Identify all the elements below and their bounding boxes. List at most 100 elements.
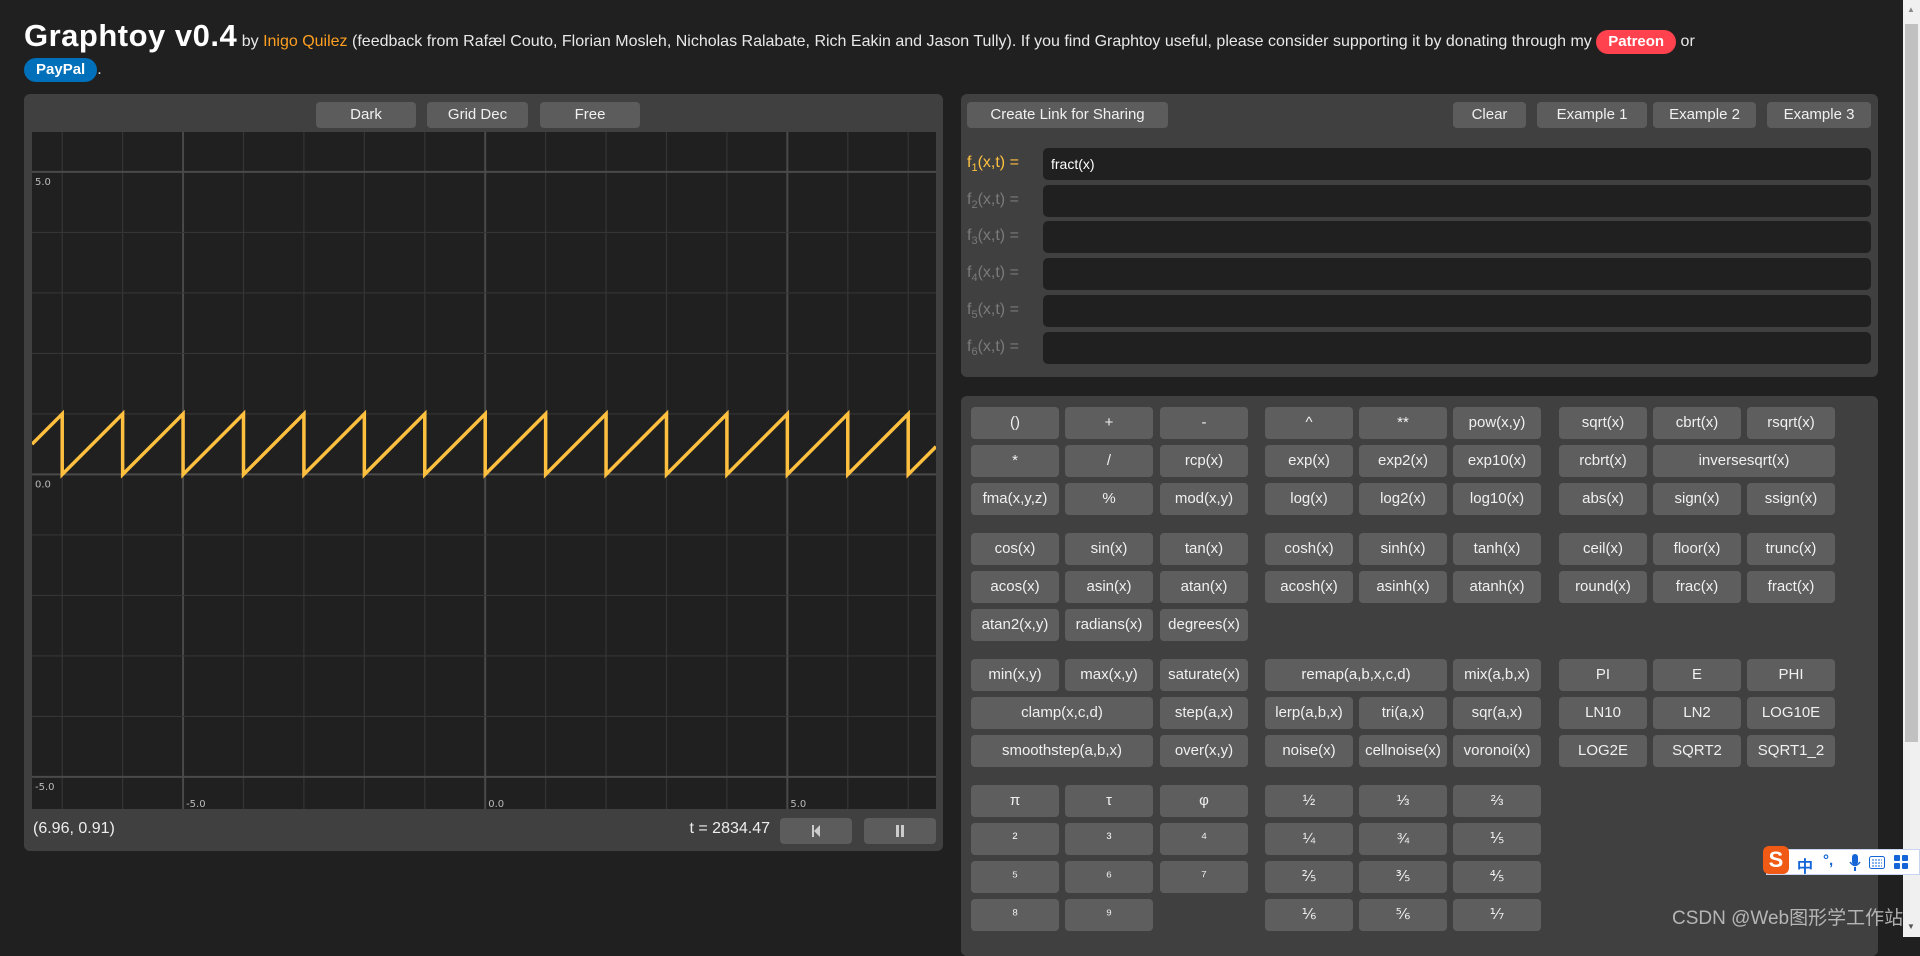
insert-key[interactable]: step(a,x) [1160, 697, 1248, 729]
ime-toolbar[interactable]: S 中 °, [1763, 846, 1920, 877]
insert-key[interactable]: sqrt(x) [1559, 407, 1647, 439]
function-input-5[interactable] [1043, 294, 1871, 327]
insert-key[interactable]: LN10 [1559, 697, 1647, 729]
insert-key[interactable]: tan(x) [1160, 533, 1248, 565]
insert-key[interactable]: ⅓ [1359, 785, 1447, 817]
insert-key[interactable]: lerp(a,b,x) [1265, 697, 1353, 729]
insert-key[interactable]: sign(x) [1653, 483, 1741, 515]
insert-key[interactable]: rcp(x) [1160, 445, 1248, 477]
insert-key[interactable]: tanh(x) [1453, 533, 1541, 565]
insert-key[interactable]: degrees(x) [1160, 609, 1248, 641]
insert-key[interactable]: ⅗ [1359, 861, 1447, 893]
insert-key[interactable]: exp10(x) [1453, 445, 1541, 477]
insert-key[interactable]: round(x) [1559, 571, 1647, 603]
microphone-icon[interactable] [1849, 854, 1861, 872]
insert-key[interactable]: ⅕ [1453, 823, 1541, 855]
page-scrollbar[interactable]: ▲ ▼ [1903, 0, 1920, 937]
insert-key[interactable]: ** [1359, 407, 1447, 439]
insert-key[interactable]: smoothstep(a,b,x) [971, 735, 1153, 767]
pause-button[interactable] [864, 818, 936, 844]
insert-key[interactable]: frac(x) [1653, 571, 1741, 603]
clear-button[interactable]: Clear [1453, 102, 1526, 128]
insert-key[interactable]: log2(x) [1359, 483, 1447, 515]
insert-key[interactable]: max(x,y) [1065, 659, 1153, 691]
insert-key[interactable]: exp(x) [1265, 445, 1353, 477]
insert-key[interactable]: sinh(x) [1359, 533, 1447, 565]
insert-key[interactable]: ⅙ [1265, 899, 1353, 931]
function-input-6[interactable] [1043, 331, 1871, 364]
insert-key[interactable]: % [1065, 483, 1153, 515]
insert-key[interactable]: floor(x) [1653, 533, 1741, 565]
function-input-3[interactable] [1043, 221, 1871, 254]
insert-key[interactable]: + [1065, 407, 1153, 439]
insert-key[interactable]: tri(a,x) [1359, 697, 1447, 729]
scroll-down-icon[interactable]: ▼ [1907, 922, 1915, 931]
insert-key[interactable]: remap(a,b,x,c,d) [1265, 659, 1447, 691]
author-link[interactable]: Inigo Quilez [263, 33, 348, 50]
insert-key[interactable]: SQRT1_2 [1747, 735, 1835, 767]
insert-key[interactable]: ½ [1265, 785, 1353, 817]
scrollbar-thumb[interactable] [1905, 24, 1918, 742]
insert-key[interactable]: noise(x) [1265, 735, 1353, 767]
insert-key[interactable]: sqr(a,x) [1453, 697, 1541, 729]
insert-key[interactable]: ¾ [1359, 823, 1447, 855]
insert-key[interactable]: atan(x) [1160, 571, 1248, 603]
insert-key[interactable]: sin(x) [1065, 533, 1153, 565]
rewind-button[interactable] [780, 818, 852, 844]
insert-key[interactable]: fma(x,y,z) [971, 483, 1059, 515]
insert-key[interactable]: SQRT2 [1653, 735, 1741, 767]
insert-key[interactable]: cos(x) [971, 533, 1059, 565]
insert-key[interactable]: PHI [1747, 659, 1835, 691]
theme-button[interactable]: Dark [316, 102, 416, 128]
insert-key[interactable]: over(x,y) [1160, 735, 1248, 767]
insert-key[interactable]: / [1065, 445, 1153, 477]
insert-key[interactable]: LN2 [1653, 697, 1741, 729]
function-input-2[interactable] [1043, 184, 1871, 217]
ime-language-toggle[interactable]: 中 [1797, 853, 1813, 877]
insert-key[interactable]: mod(x,y) [1160, 483, 1248, 515]
insert-key[interactable]: ⅚ [1359, 899, 1447, 931]
insert-key[interactable]: ³ [1065, 823, 1153, 855]
insert-key[interactable]: acosh(x) [1265, 571, 1353, 603]
insert-key[interactable]: rcbrt(x) [1559, 445, 1647, 477]
insert-key[interactable]: log(x) [1265, 483, 1353, 515]
insert-key[interactable]: ceil(x) [1559, 533, 1647, 565]
insert-key[interactable]: trunc(x) [1747, 533, 1835, 565]
insert-key[interactable]: PI [1559, 659, 1647, 691]
insert-key[interactable]: LOG2E [1559, 735, 1647, 767]
insert-key[interactable]: E [1653, 659, 1741, 691]
insert-key[interactable]: min(x,y) [971, 659, 1059, 691]
insert-key[interactable]: π [971, 785, 1059, 817]
grid-button[interactable]: Grid Dec [427, 102, 528, 128]
insert-key[interactable]: log10(x) [1453, 483, 1541, 515]
insert-key[interactable]: asinh(x) [1359, 571, 1447, 603]
insert-key[interactable]: saturate(x) [1160, 659, 1248, 691]
example-1-button[interactable]: Example 1 [1537, 102, 1647, 128]
ime-punctuation-toggle[interactable]: °, [1823, 852, 1833, 869]
insert-key[interactable]: cellnoise(x) [1359, 735, 1447, 767]
insert-key[interactable]: ⅘ [1453, 861, 1541, 893]
insert-key[interactable]: LOG10E [1747, 697, 1835, 729]
insert-key[interactable]: voronoi(x) [1453, 735, 1541, 767]
insert-key[interactable]: ⅐ [1453, 899, 1541, 931]
insert-key[interactable]: abs(x) [1559, 483, 1647, 515]
insert-key[interactable]: mix(a,b,x) [1453, 659, 1541, 691]
insert-key[interactable]: ⁷ [1160, 861, 1248, 893]
insert-key[interactable]: clamp(x,c,d) [971, 697, 1153, 729]
insert-key[interactable]: ⁹ [1065, 899, 1153, 931]
grid-icon[interactable] [1894, 855, 1909, 870]
insert-key[interactable]: φ [1160, 785, 1248, 817]
insert-key[interactable]: ¼ [1265, 823, 1353, 855]
function-input-4[interactable] [1043, 258, 1871, 291]
paypal-link[interactable]: PayPal [24, 58, 98, 82]
mode-button[interactable]: Free [540, 102, 640, 128]
insert-key[interactable]: - [1160, 407, 1248, 439]
share-link-button[interactable]: Create Link for Sharing [967, 102, 1168, 128]
graph-canvas[interactable]: 5.0 0.0 -5.0 -5.0 0.0 5.0 [32, 132, 936, 809]
insert-key[interactable]: atanh(x) [1453, 571, 1541, 603]
insert-key[interactable]: cbrt(x) [1653, 407, 1741, 439]
insert-key[interactable]: ^ [1265, 407, 1353, 439]
insert-key[interactable]: ⁵ [971, 861, 1059, 893]
insert-key[interactable]: rsqrt(x) [1747, 407, 1835, 439]
patreon-link[interactable]: Patreon [1596, 30, 1677, 54]
